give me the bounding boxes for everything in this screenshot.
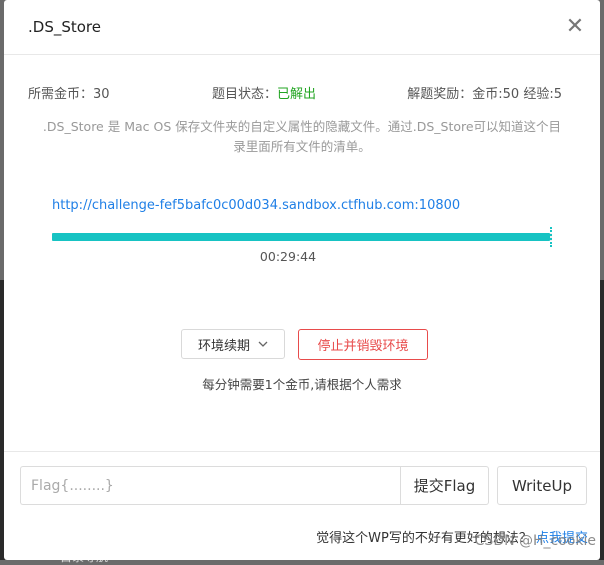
writeup-button[interactable]: WriteUp (497, 466, 587, 505)
remaining-time: 00:29:44 (259, 249, 317, 264)
coins-required: 所需金币：30 (28, 87, 110, 102)
status-badge: 已解出 (277, 87, 317, 102)
reward-info: 解题奖励：金币:50 经验:5 (407, 87, 562, 102)
challenge-modal: .DS_Store ✕ 所需金币：30 题目状态：已解出 解题奖励：金币:50 … (4, 0, 600, 560)
renew-environment-button[interactable]: 环境续期 (181, 329, 285, 359)
challenge-status: 题目状态：已解出 (212, 83, 316, 102)
submit-writeup-link[interactable]: 点我提交 (536, 531, 588, 546)
close-icon[interactable]: ✕ (564, 16, 586, 38)
status-label: 题目状态： (212, 87, 278, 102)
footer-feedback: 觉得这个WP写的不好有更好的想法？ 点我提交 (316, 527, 588, 546)
renew-label: 环境续期 (197, 338, 250, 354)
modal-header: .DS_Store ✕ (4, 0, 600, 55)
destroy-environment-button[interactable]: 停止并销毁环境 (298, 329, 428, 360)
footer-question: 觉得这个WP写的不好有更好的想法？ (316, 531, 532, 546)
chevron-down-icon (258, 341, 268, 347)
modal-title: .DS_Store (28, 18, 101, 36)
flag-input[interactable] (20, 466, 401, 505)
submit-flag-button[interactable]: 提交Flag (400, 466, 489, 505)
divider (4, 451, 600, 452)
coin-usage-hint: 每分钟需要1个金币,请根据个人需求 (202, 377, 402, 392)
environment-time-progress (52, 233, 552, 241)
challenge-description: .DS_Store 是 Mac OS 保存文件夹的自定义属性的隐藏文件。通过.D… (42, 119, 562, 154)
progress-end-marker (550, 227, 554, 247)
progress-fill (52, 233, 550, 241)
environment-url-link[interactable]: http://challenge-fef5bafc0c00d034.sandbo… (52, 198, 460, 213)
challenge-stats: 所需金币：30 题目状态：已解出 解题奖励：金币:50 经验:5 (28, 83, 576, 102)
